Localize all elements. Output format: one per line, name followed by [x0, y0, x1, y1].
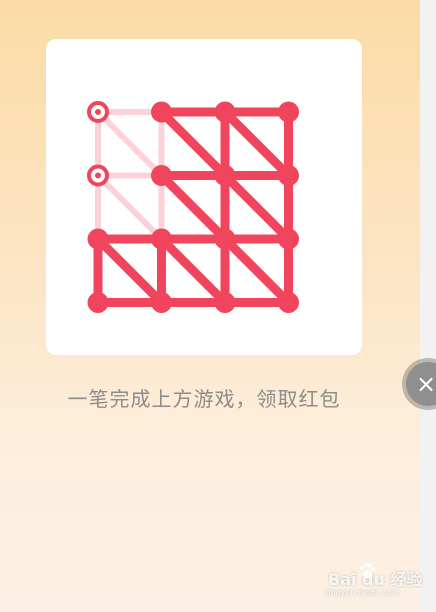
puzzle-node-start-dot — [95, 172, 101, 179]
puzzle-node[interactable] — [214, 101, 236, 123]
puzzle-node[interactable] — [278, 101, 299, 123]
puzzle-edge-drawn — [157, 107, 230, 180]
puzzle-edge-drawn — [220, 171, 293, 244]
watermark: Bai du 经验 jingyan.baidu.com — [320, 560, 430, 604]
game-page: 一笔完成上方游戏，领取红包 — [0, 0, 420, 612]
puzzle-node[interactable] — [214, 228, 236, 250]
puzzle-board[interactable] — [46, 39, 362, 355]
puzzle-edge-drawn — [220, 234, 293, 307]
close-icon: × — [416, 370, 436, 398]
puzzle-node[interactable] — [214, 165, 236, 186]
watermark-url: jingyan.baidu.com — [326, 588, 400, 597]
puzzle-edge-drawn — [157, 234, 230, 307]
paw-icon — [360, 563, 375, 578]
puzzle-edge-drawn — [220, 107, 293, 180]
puzzle-edge-drawn — [93, 234, 166, 307]
puzzle-node[interactable] — [278, 165, 299, 186]
puzzle-node[interactable] — [278, 292, 299, 313]
puzzle-node[interactable] — [278, 228, 299, 250]
puzzle-node[interactable] — [87, 228, 109, 250]
puzzle-node-start-dot — [95, 109, 101, 115]
puzzle-node[interactable] — [151, 292, 172, 313]
side-panel-edge — [420, 0, 436, 612]
puzzle-edge-pending — [95, 172, 165, 242]
puzzle-node[interactable] — [87, 292, 109, 313]
puzzle-edge-pending — [95, 109, 165, 179]
puzzle-card — [46, 39, 362, 355]
puzzle-edge-drawn — [157, 171, 230, 244]
instruction-text: 一笔完成上方游戏，领取红包 — [67, 387, 341, 411]
puzzle-node[interactable] — [151, 101, 172, 123]
puzzle-node[interactable] — [151, 165, 172, 186]
puzzle-node[interactable] — [151, 228, 172, 250]
puzzle-node[interactable] — [214, 292, 236, 313]
